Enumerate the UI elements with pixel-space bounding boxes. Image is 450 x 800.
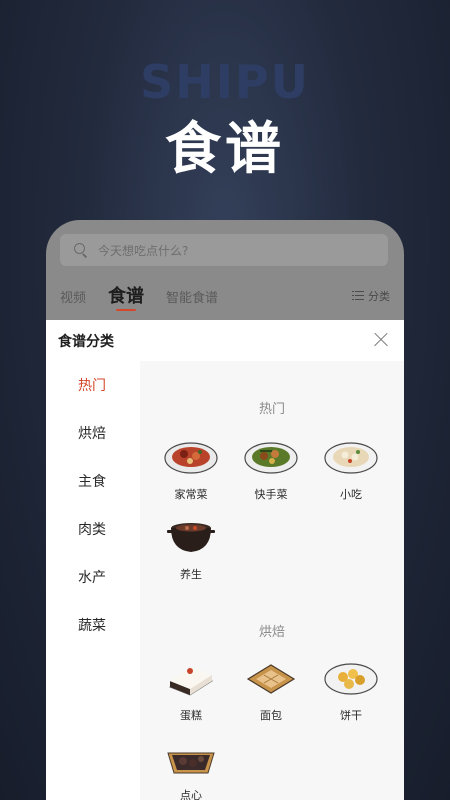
section-title-baking: 烘焙: [258, 625, 285, 640]
tab-bar: 视频 食谱 智能食谱 分类: [60, 282, 390, 311]
search-icon: [74, 243, 88, 257]
cake-image: [168, 667, 214, 696]
category-item[interactable]: 面包: [236, 657, 306, 723]
cookie-image: [324, 663, 378, 695]
close-icon[interactable]: [374, 333, 388, 347]
list-icon: [352, 291, 364, 301]
tab-video[interactable]: 视频: [60, 287, 86, 310]
health-soup-image: [167, 523, 215, 552]
section-title-hot: 热门: [258, 402, 285, 417]
home-cooking-dish-image: [164, 442, 218, 474]
phone-frame: 今天想吃点什么? 视频 食谱 智能食谱 分类 食谱分类 热门 烘焙 主食 肉类 …: [46, 220, 404, 800]
category-item[interactable]: 家常菜: [156, 436, 226, 502]
bread-image: [246, 664, 296, 694]
sidebar-item-baking[interactable]: 烘焙: [46, 409, 140, 457]
category-sheet: 食谱分类 热门 烘焙 主食 肉类 水产 蔬菜 热门 家常菜 快手菜 小吃 养生 …: [46, 320, 404, 800]
sidebar-item-meat[interactable]: 肉类: [46, 505, 140, 553]
tab-smart-recipe[interactable]: 智能食谱: [166, 287, 218, 310]
search-placeholder: 今天想吃点什么?: [98, 243, 189, 258]
hero-background-text: SHIPU: [140, 55, 310, 109]
category-item[interactable]: 快手菜: [236, 436, 306, 502]
quick-dish-image: [244, 442, 298, 474]
classify-label: 分类: [368, 290, 390, 303]
sidebar-item-hot[interactable]: 热门: [46, 361, 140, 409]
snack-dish-image: [324, 442, 378, 474]
hero-title: 食谱: [165, 117, 285, 182]
search-bar[interactable]: 今天想吃点什么?: [60, 234, 388, 266]
sheet-title: 食谱分类: [58, 333, 114, 350]
category-item[interactable]: 点心: [156, 737, 226, 800]
sidebar-item-seafood[interactable]: 水产: [46, 553, 140, 601]
category-item[interactable]: 小吃: [316, 436, 386, 502]
pastry-image: [167, 752, 215, 774]
sheet-header: 食谱分类: [46, 320, 404, 361]
category-content: 热门 家常菜 快手菜 小吃 养生 烘焙 蛋糕 面包 饼干 点心: [140, 361, 404, 800]
sidebar-item-vegetable[interactable]: 蔬菜: [46, 601, 140, 649]
sidebar-item-staple[interactable]: 主食: [46, 457, 140, 505]
category-item[interactable]: 养生: [156, 516, 226, 582]
classify-button[interactable]: 分类: [352, 288, 390, 304]
tab-recipe[interactable]: 食谱: [108, 282, 144, 311]
category-sidebar: 热门 烘焙 主食 肉类 水产 蔬菜: [46, 361, 140, 800]
category-item[interactable]: 饼干: [316, 657, 386, 723]
category-item[interactable]: 蛋糕: [156, 657, 226, 723]
